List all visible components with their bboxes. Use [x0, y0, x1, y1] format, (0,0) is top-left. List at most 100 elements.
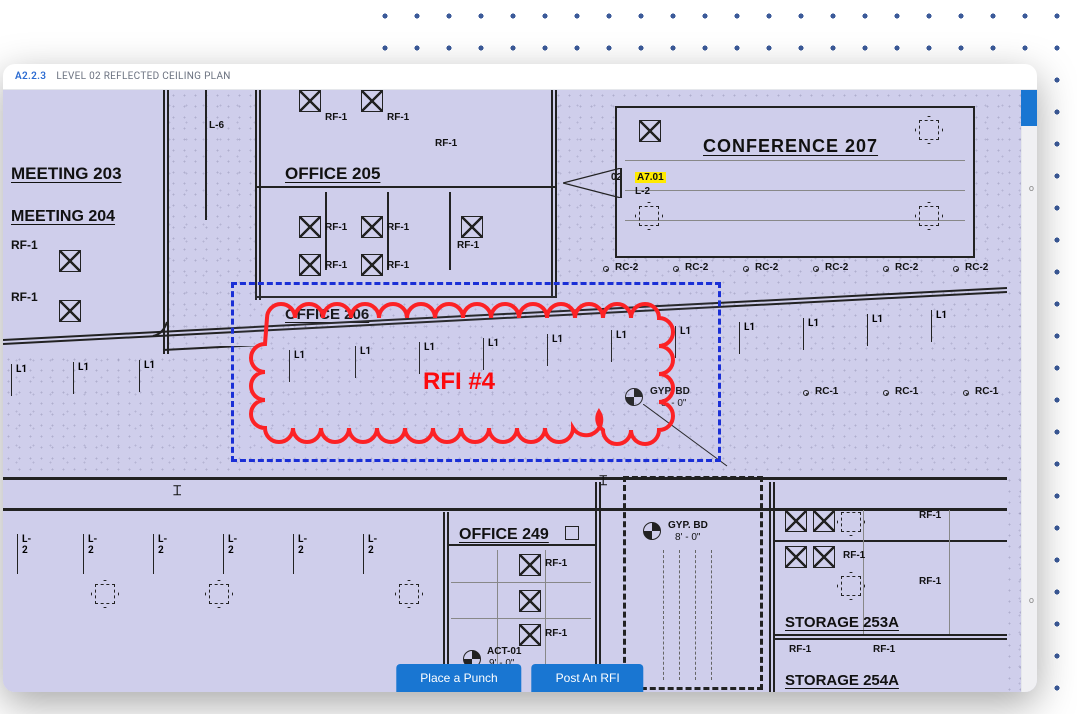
sheet-title: LEVEL 02 REFLECTED CEILING PLAN: [56, 71, 230, 82]
tag-gypbd-2: GYP. BD: [668, 520, 708, 531]
fixture-rf-icon: [59, 250, 81, 272]
device-rc-icon: [603, 266, 609, 272]
fixture-box-icon: [565, 526, 579, 540]
tag-l1-10: L1: [744, 322, 755, 333]
tag-rf1-n: RF-1: [843, 550, 865, 561]
drawing-viewer-window: A2.2.3 LEVEL 02 REFLECTED CEILING PLAN M…: [3, 64, 1037, 692]
wall-line: [255, 186, 555, 188]
device-rc-icon: [883, 266, 889, 272]
wall-line: [599, 482, 601, 692]
ceiling-grid-line: [625, 160, 965, 161]
wall-line: [3, 508, 1007, 511]
fixture-rf-icon: [519, 590, 541, 612]
device-rc-icon: [743, 266, 749, 272]
tag-rc1-a: RC-1: [815, 386, 838, 397]
symbol-keynote-icon: [643, 522, 661, 540]
fixture-rf-icon: [785, 546, 807, 568]
tag-l2-2: L-2: [158, 534, 167, 556]
fixture-rf-icon: [813, 510, 835, 532]
tag-rc2-a: RC-2: [615, 262, 638, 273]
duct-line: [695, 550, 696, 680]
tag-rf1-j: RF-1: [387, 260, 409, 271]
selection-rectangle[interactable]: [231, 282, 721, 462]
tag-rf1-a: RF-1: [11, 238, 38, 252]
device-rc-icon: [963, 390, 969, 396]
tag-l2-conf: L-2: [635, 186, 650, 197]
tag-rc1-b: RC-1: [895, 386, 918, 397]
light-fixture-icon: [399, 584, 419, 604]
tag-rc1-c: RC-1: [975, 386, 998, 397]
wall-line: [773, 638, 1007, 640]
duct-line: [679, 550, 680, 680]
light-fixture-icon: [639, 206, 659, 226]
light-fixture-icon: [841, 576, 861, 596]
ceiling-grid-line: [625, 220, 965, 221]
post-rfi-button[interactable]: Post An RFI: [532, 664, 644, 692]
tag-rc2-b: RC-2: [685, 262, 708, 273]
duct-line: [663, 550, 664, 680]
wall-line: [773, 482, 775, 692]
scrollbar-highlight: [1021, 90, 1037, 126]
sheet-code: A2.2.3: [15, 71, 46, 82]
light-fixture-icon: [95, 584, 115, 604]
tag-rf1-h: RF-1: [457, 240, 479, 251]
tag-rf1-k: RF-1: [545, 558, 567, 569]
device-rc-icon: [803, 390, 809, 396]
fixture-rf-icon: [639, 120, 661, 142]
wall-line: [773, 634, 1007, 636]
tag-l6: L-6: [209, 120, 224, 131]
wall-line: [259, 90, 261, 300]
room-label-office205: OFFICE 205: [285, 164, 380, 184]
ceiling-grid-line: [949, 510, 950, 634]
tag-rf1-q: RF-1: [873, 644, 895, 655]
fixture-rf-icon: [361, 254, 383, 276]
fixture-rf-icon: [813, 546, 835, 568]
fixture-rf-icon: [519, 554, 541, 576]
tag-rf1-l: RF-1: [545, 628, 567, 639]
device-rc-icon: [673, 266, 679, 272]
fixture-strip-icon: [205, 90, 207, 220]
wall-line: [555, 90, 557, 298]
room-label-meeting204: MEETING 204: [11, 208, 115, 226]
tag-rf1-c: RF-1: [325, 112, 347, 123]
duct-line: [711, 550, 712, 680]
vertical-scrollbar[interactable]: o o: [1021, 90, 1037, 692]
callout-ref: A7.01: [635, 172, 666, 183]
fixture-rf-icon: [299, 216, 321, 238]
tag-l2-5: L-2: [368, 534, 377, 556]
place-punch-button[interactable]: Place a Punch: [396, 664, 521, 692]
tag-rf1-d: RF-1: [387, 112, 409, 123]
wall-line: [3, 477, 1007, 480]
grid-line: [449, 192, 451, 270]
tag-rc2-c: RC-2: [755, 262, 778, 273]
fixture-rf-icon: [299, 254, 321, 276]
wall-line: [551, 90, 553, 298]
tag-rf1-e: RF-1: [435, 138, 457, 149]
tag-l2-0: L-2: [22, 534, 31, 556]
wall-line: [595, 482, 597, 692]
fixture-rf-icon: [361, 90, 383, 112]
tag-rf1-i: RF-1: [325, 260, 347, 271]
tag-l2-1: L-2: [88, 534, 97, 556]
tag-rc2-f: RC-2: [965, 262, 988, 273]
tag-l1-1: L1: [78, 362, 89, 373]
drawing-canvas[interactable]: MEETING 203 MEETING 204 RF-1 RF-1 L-6 OF…: [3, 90, 1037, 692]
device-rc-icon: [813, 266, 819, 272]
tag-l1-11: L1: [808, 318, 819, 329]
tag-rc2-e: RC-2: [895, 262, 918, 273]
tag-l2-3: L-2: [228, 534, 237, 556]
fixture-rf-icon: [461, 216, 483, 238]
drawing-titlebar: A2.2.3 LEVEL 02 REFLECTED CEILING PLAN: [3, 64, 1037, 90]
light-fixture-icon: [841, 512, 861, 532]
tag-act01: ACT-01: [487, 646, 521, 657]
ceiling-grid-line: [451, 618, 591, 619]
corridor-band: [3, 476, 1007, 512]
section-arrow-icon: [563, 168, 623, 198]
fixture-rf-icon: [519, 624, 541, 646]
fixture-rf-icon: [299, 90, 321, 112]
tag-l1-2: L1: [144, 360, 155, 371]
tag-rf1-o: RF-1: [919, 576, 941, 587]
scrollbar-glyph: o: [1029, 596, 1034, 606]
scrollbar-glyph: o: [1029, 184, 1034, 194]
room-label-meeting203: MEETING 203: [11, 164, 122, 184]
